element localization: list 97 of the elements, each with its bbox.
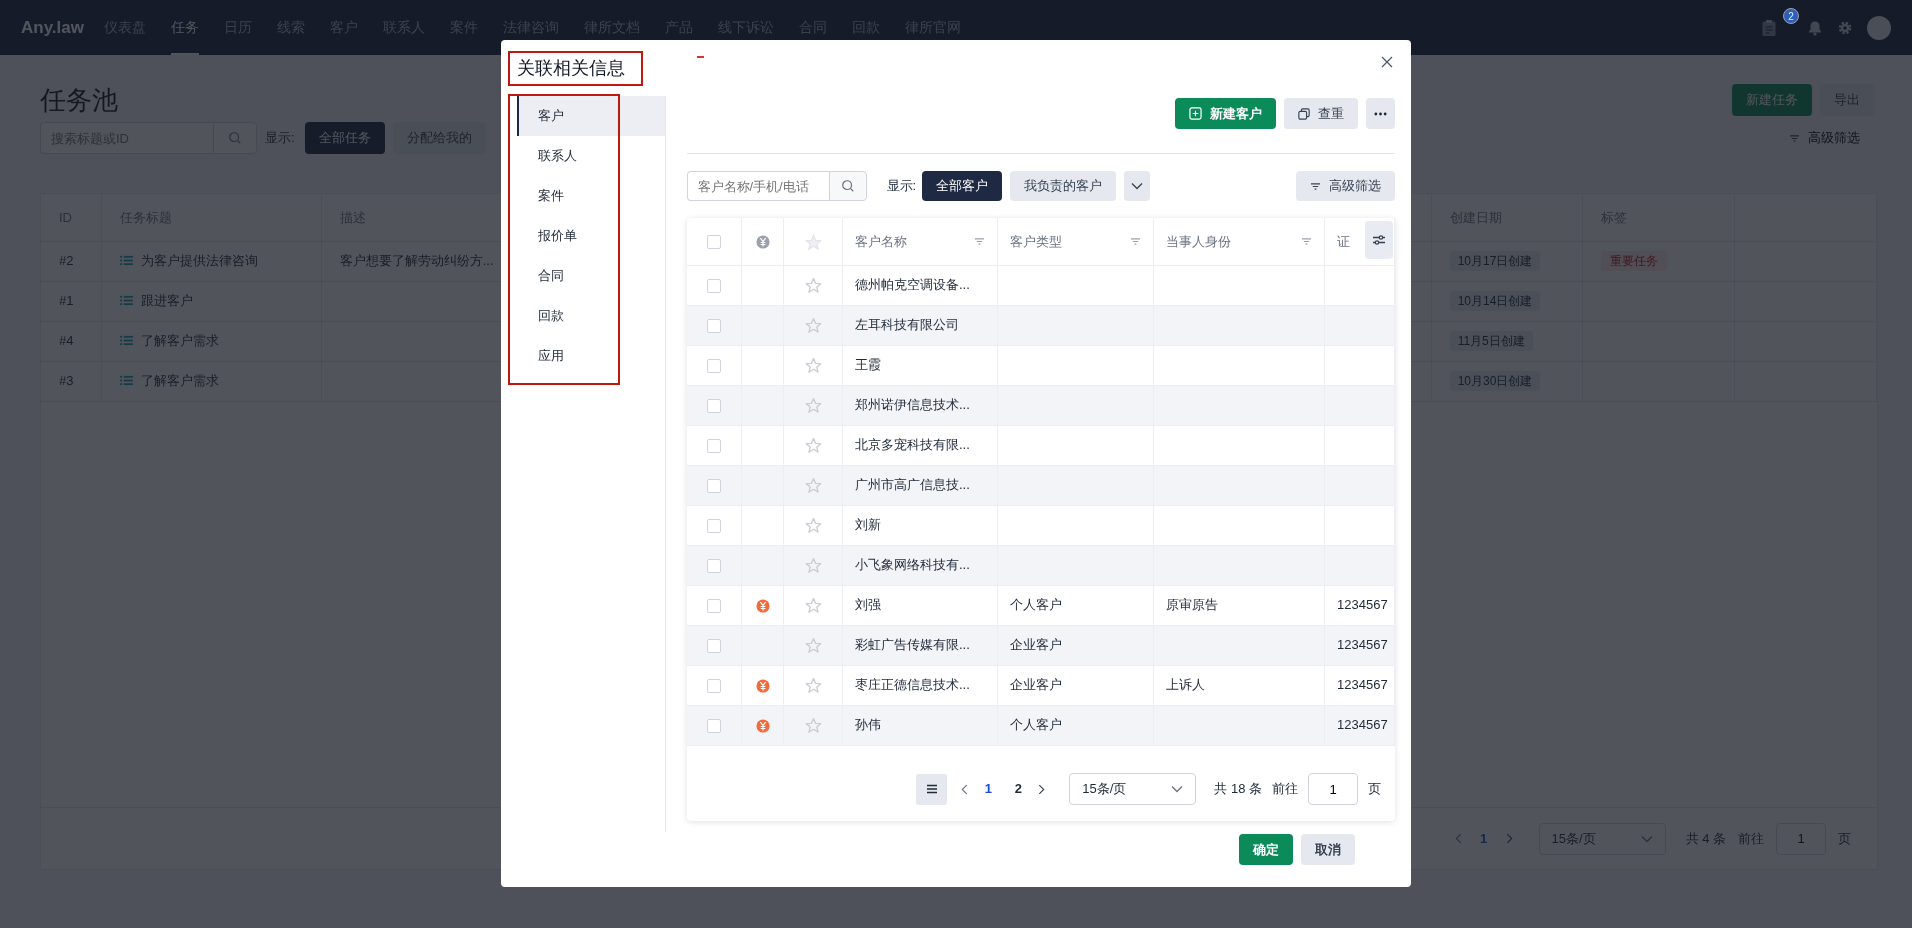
star-icon[interactable] xyxy=(804,397,822,415)
star-icon[interactable] xyxy=(804,477,822,495)
table-cell: 1234567 xyxy=(1337,637,1388,653)
table-cell: 企业客户 xyxy=(1010,677,1062,693)
chevron-right-icon[interactable] xyxy=(1038,783,1046,795)
checkbox[interactable] xyxy=(706,478,721,493)
more-button[interactable] xyxy=(1366,98,1395,129)
annotation-mark xyxy=(697,56,704,58)
column-settings-button[interactable] xyxy=(1365,221,1393,259)
close-icon xyxy=(1381,56,1393,68)
customer-name: 孙伟 xyxy=(855,717,881,733)
goto-label: 前往 xyxy=(1272,780,1298,799)
page-suffix: 页 xyxy=(1368,780,1381,799)
star-icon[interactable] xyxy=(804,637,822,655)
search-button[interactable] xyxy=(828,171,867,201)
table-cell: 原审原告 xyxy=(1166,597,1218,613)
page-size-value: 15条/页 xyxy=(1082,780,1127,799)
toolbar-button[interactable]: 查重 xyxy=(1284,98,1358,129)
customer-name: 王霞 xyxy=(855,357,881,373)
plus-square-icon xyxy=(1189,107,1202,120)
table-cell: 1234567 xyxy=(1337,597,1388,613)
sidebar-item[interactable]: 应用 xyxy=(517,336,665,376)
star-icon[interactable] xyxy=(804,717,822,735)
checkbox[interactable] xyxy=(706,638,721,653)
filter-tab[interactable]: 全部客户 xyxy=(922,171,1003,201)
filter-icon[interactable] xyxy=(974,236,985,246)
star-icon[interactable] xyxy=(804,317,822,335)
yuan-coin-icon xyxy=(755,235,770,250)
star-icon[interactable] xyxy=(804,517,822,535)
list-view-button[interactable] xyxy=(916,773,948,805)
sidebar-item[interactable]: 联系人 xyxy=(517,136,665,176)
table-cell: 1234567 xyxy=(1337,717,1388,733)
checkbox[interactable] xyxy=(706,678,721,693)
customer-name: 刘新 xyxy=(855,517,881,533)
star-icon[interactable] xyxy=(804,557,822,575)
checkbox[interactable] xyxy=(706,558,721,573)
star-icon[interactable] xyxy=(804,597,822,615)
page-title: 任务池 xyxy=(40,84,118,117)
page-suffix: 页 xyxy=(1838,829,1851,848)
page-number[interactable]: 1 xyxy=(978,779,999,799)
checkbox[interactable] xyxy=(706,518,721,533)
footer-button[interactable]: 确定 xyxy=(1239,834,1293,865)
filter-icon xyxy=(1310,181,1321,191)
menu-icon xyxy=(925,784,938,794)
checkbox[interactable] xyxy=(706,718,721,733)
checkbox[interactable] xyxy=(706,598,721,613)
total-count: 共 18 条 xyxy=(1214,780,1262,799)
customer-name: 左耳科技有限公司 xyxy=(855,317,959,333)
customer-name: 枣庄正德信息技术... xyxy=(855,677,970,693)
page-size-value: 15条/页 xyxy=(1551,829,1596,848)
table-cell: 个人客户 xyxy=(1010,597,1062,613)
chevron-down-icon xyxy=(1131,182,1144,190)
sidebar-item[interactable]: 合同 xyxy=(517,256,665,296)
customer-name: 郑州诺伊信息技术... xyxy=(855,397,970,413)
table-cell: 企业客户 xyxy=(1010,637,1062,653)
customer-name: 小飞象网络科技有... xyxy=(855,557,970,573)
copy-icon xyxy=(1298,107,1310,120)
ellipsis-icon xyxy=(1374,111,1387,116)
checkbox[interactable] xyxy=(706,398,721,413)
chevron-left-icon[interactable] xyxy=(961,783,969,795)
search-icon xyxy=(840,179,855,193)
checkbox[interactable] xyxy=(706,438,721,453)
star-icon[interactable] xyxy=(804,357,822,375)
table-cell: 上诉人 xyxy=(1166,677,1205,693)
page-input[interactable]: 1 xyxy=(1308,773,1358,805)
select-all-checkbox[interactable] xyxy=(706,235,721,250)
table-cell: 个人客户 xyxy=(1010,717,1062,733)
filter-label: 显示: xyxy=(886,177,917,196)
page-number[interactable]: 2 xyxy=(1008,779,1029,799)
sidebar-item[interactable]: 回款 xyxy=(517,296,665,336)
filter-icon[interactable] xyxy=(1301,236,1312,246)
checkbox[interactable] xyxy=(706,358,721,373)
customer-name: 北京多宠科技有限... xyxy=(855,437,970,453)
filter-icon[interactable] xyxy=(1130,236,1141,246)
chevron-down-icon xyxy=(1171,785,1184,793)
star-icon[interactable] xyxy=(804,437,822,455)
sliders-icon xyxy=(1372,234,1386,246)
star-icon[interactable] xyxy=(804,677,822,695)
checkbox[interactable] xyxy=(706,318,721,333)
customer-name: 刘强 xyxy=(855,597,881,613)
checkbox[interactable] xyxy=(706,278,721,293)
customer-name: 广州市高广信息技... xyxy=(855,477,970,493)
filter-tab[interactable]: 我负责的客户 xyxy=(1010,171,1117,201)
sidebar-item[interactable]: 客户 xyxy=(517,96,665,136)
dialog-title: 关联相关信息 xyxy=(508,50,643,86)
star-icon xyxy=(804,233,822,251)
table-cell: 1234567 xyxy=(1337,677,1388,693)
search-field[interactable]: 客户名称/手机/电话 xyxy=(686,171,829,201)
toolbar-button[interactable]: 新建客户 xyxy=(1175,98,1276,129)
customer-name: 彩虹广告传媒有限... xyxy=(855,637,970,653)
customer-name: 德州帕克空调设备... xyxy=(855,277,970,293)
total-count: 共 4 条 xyxy=(1685,829,1726,848)
dropdown-button[interactable] xyxy=(1124,171,1151,201)
page-size-select[interactable]: 15条/页 xyxy=(1069,773,1197,805)
advanced-filter-button[interactable]: 高级筛选 xyxy=(1296,171,1395,201)
star-icon[interactable] xyxy=(804,277,822,295)
footer-button[interactable]: 取消 xyxy=(1301,834,1355,865)
